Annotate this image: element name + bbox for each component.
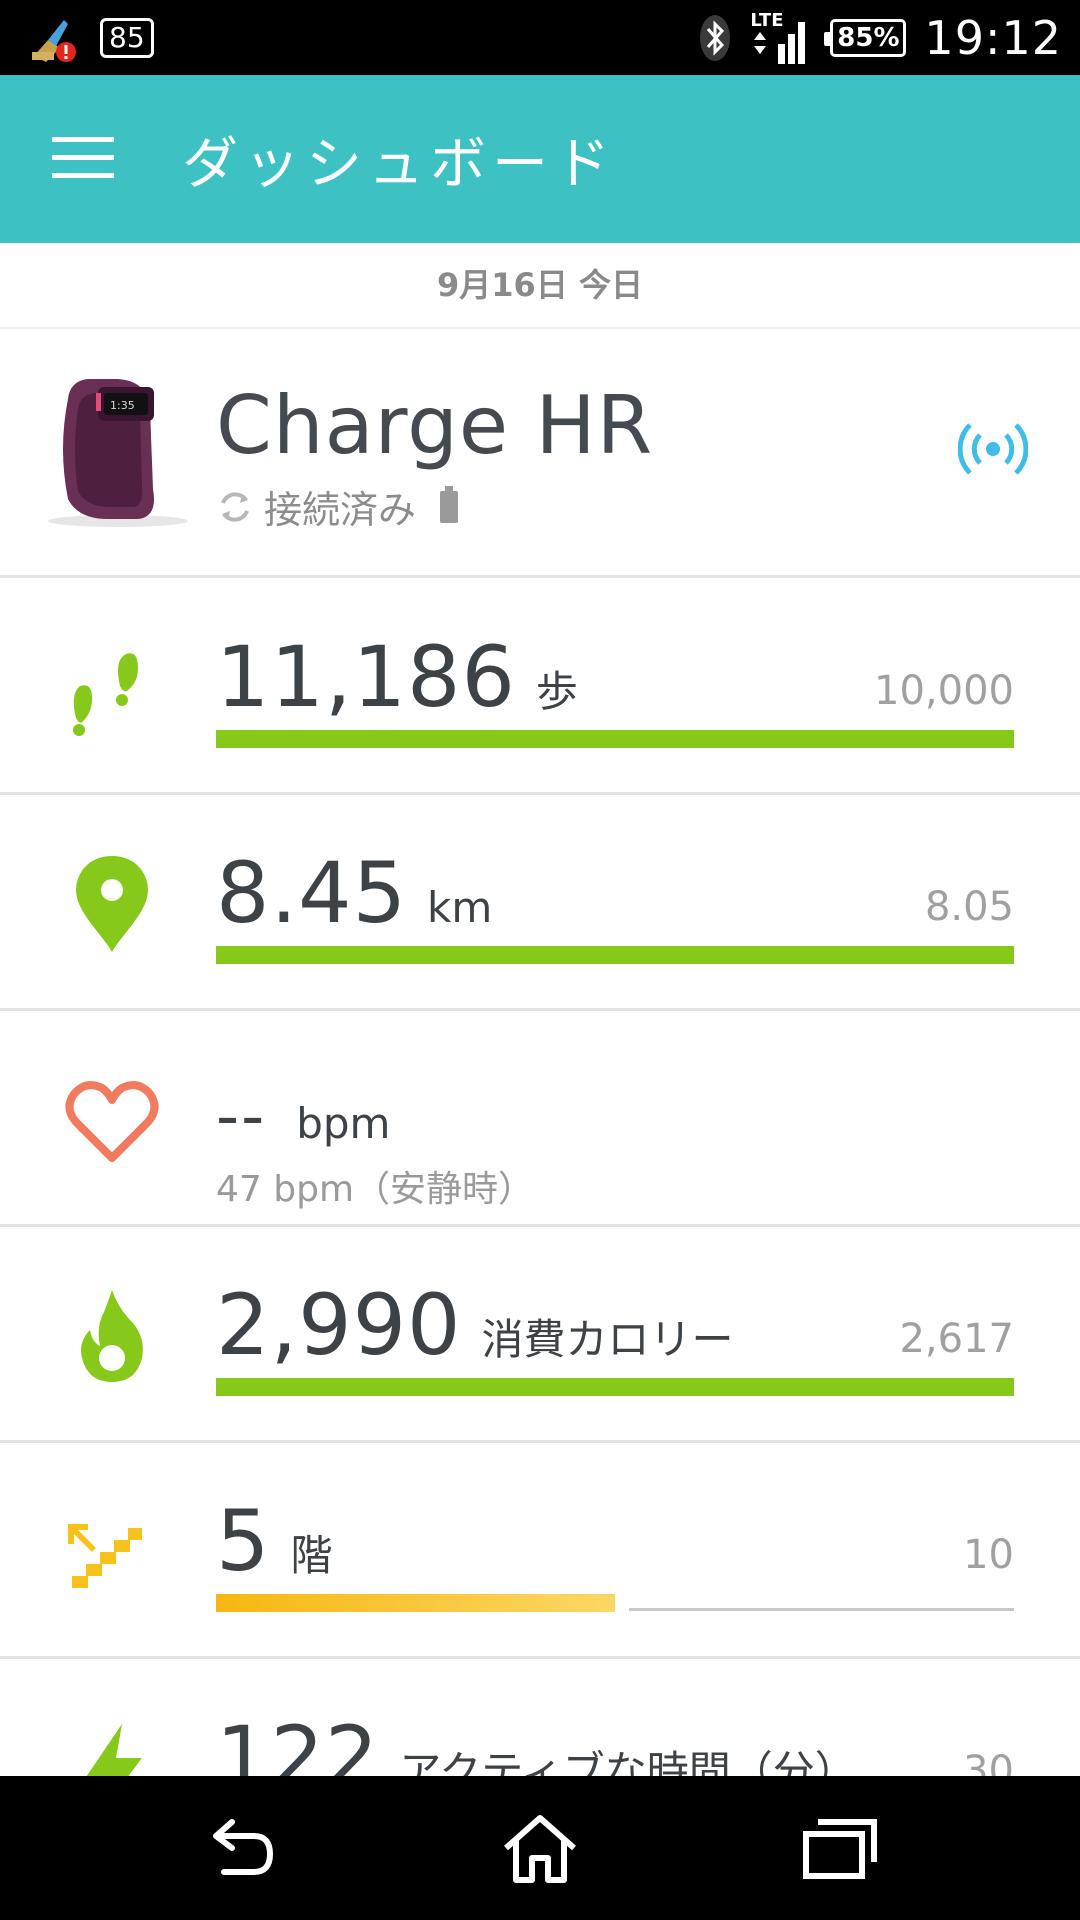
heart-rate-unit: bpm (296, 1099, 391, 1148)
app-bar: ダッシュボード (0, 75, 1080, 243)
heart-icon (65, 1081, 159, 1162)
heart-rate-main: -- bpm (216, 1080, 390, 1154)
status-bar: 85 LTE 85% 19:12 (0, 0, 1080, 75)
hamburger-menu-icon[interactable] (52, 137, 114, 179)
calories-main: 2,990 消費カロリー (216, 1276, 734, 1374)
svg-text:1:35: 1:35 (110, 399, 135, 412)
steps-value: 11,186 (216, 628, 516, 726)
floors-progress-bar (216, 1594, 1014, 1612)
footsteps-icon (73, 653, 138, 736)
battery-percent: 85% (837, 23, 900, 53)
steps-goal: 10,000 (874, 668, 1014, 714)
heart-rate-value: -- (216, 1080, 267, 1154)
steps-unit: 歩 (535, 667, 578, 716)
floors-value: 5 (216, 1492, 271, 1590)
status-bar-right: LTE 85% 19:12 (698, 8, 1062, 68)
calories-goal: 2,617 (899, 1316, 1014, 1362)
device-status: 接続済み (216, 479, 459, 534)
stairs-icon (68, 1524, 142, 1588)
flame-icon (81, 1290, 143, 1382)
location-pin-icon (76, 856, 148, 952)
floors-main: 5 階 (216, 1492, 332, 1590)
floors-unit: 階 (290, 1531, 333, 1580)
home-icon[interactable] (500, 1814, 580, 1884)
steps-row[interactable]: 11,186 歩 10,000 (0, 578, 1080, 795)
distance-goal: 8.05 (924, 884, 1014, 930)
floors-progress-track (629, 1608, 1014, 1611)
dashboard-screen: 85 LTE 85% 19:12 ダッシュボード 9月16日 今日 1:35 C… (0, 0, 1080, 1920)
battery-low-icon (440, 485, 459, 523)
heart-rate-row[interactable]: -- bpm 47 bpm（安静時） (0, 1010, 1080, 1227)
resting-heart-rate: 47 bpm（安静時） (216, 1169, 535, 1210)
cleaner-app-icon (32, 20, 76, 62)
charge-hr-device-image: 1:35 (48, 379, 188, 527)
distance-unit: km (427, 883, 493, 932)
page-title: ダッシュボード (182, 132, 616, 197)
notification-badge: 85 (100, 18, 154, 58)
date-header[interactable]: 9月16日 今日 (0, 243, 1080, 329)
distance-main: 8.45 km (216, 844, 492, 942)
calories-progress-bar (216, 1378, 1014, 1396)
calories-row[interactable]: 2,990 消費カロリー 2,617 (0, 1226, 1080, 1443)
distance-value: 8.45 (216, 844, 408, 942)
distance-progress-fill (216, 946, 1014, 964)
distance-row[interactable]: 8.45 km 8.05 (0, 794, 1080, 1011)
floors-goal: 10 (963, 1532, 1014, 1578)
distance-progress-bar (216, 946, 1014, 964)
wireless-sync-icon[interactable] (958, 421, 1028, 477)
navigation-bar (0, 1776, 1080, 1920)
battery-icon: 85% (824, 19, 907, 57)
device-row[interactable]: 1:35 Charge HR 接続済み (0, 329, 1080, 578)
calories-value: 2,990 (216, 1276, 462, 1374)
steps-progress-fill (216, 730, 1014, 748)
clock: 19:12 (924, 11, 1062, 65)
status-bar-left: 85 (26, 12, 154, 64)
device-name: Charge HR (216, 379, 654, 472)
recent-apps-icon[interactable] (800, 1814, 880, 1884)
calories-progress-fill (216, 1378, 1014, 1396)
device-status-label: 接続済み (264, 488, 417, 532)
back-icon[interactable] (200, 1814, 280, 1884)
bluetooth-icon (700, 15, 731, 61)
lte-signal-icon: LTE (750, 10, 812, 66)
sync-icon (221, 491, 249, 522)
calories-unit: 消費カロリー (481, 1315, 734, 1364)
floors-progress-fill (216, 1594, 615, 1612)
steps-main: 11,186 歩 (216, 628, 578, 726)
floors-row[interactable]: 5 階 10 (0, 1442, 1080, 1659)
steps-progress-bar (216, 730, 1014, 748)
